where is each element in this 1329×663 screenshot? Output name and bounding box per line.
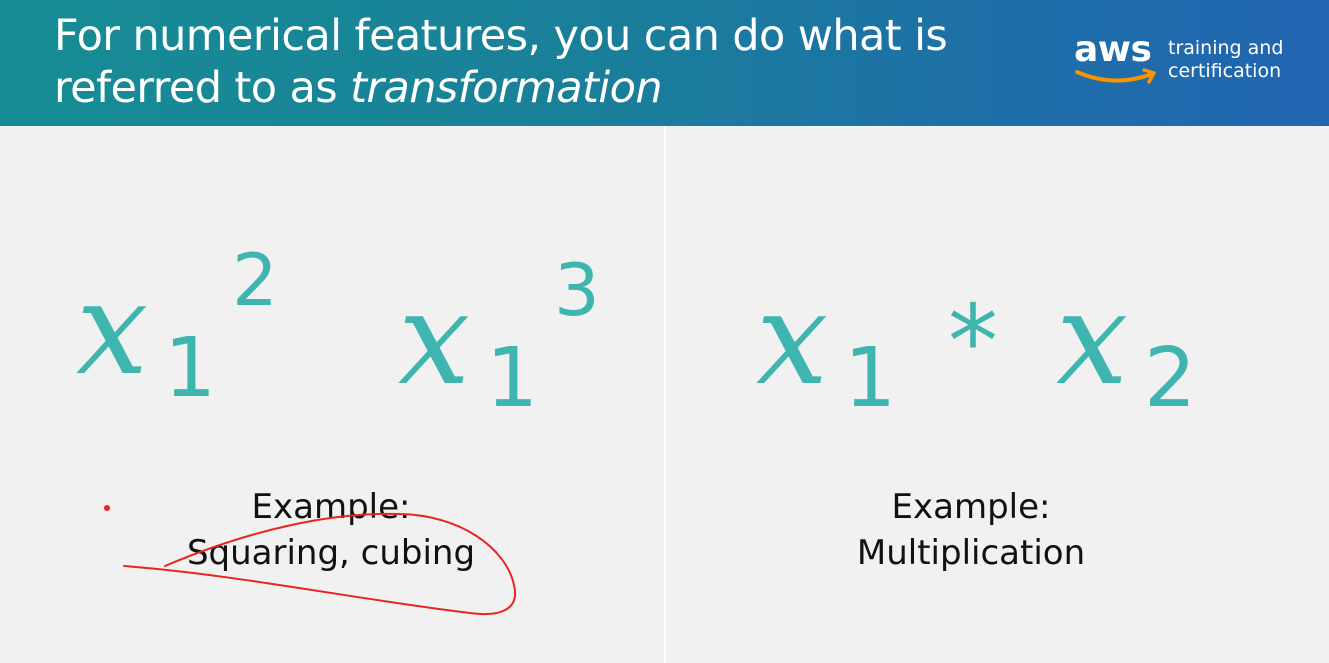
slide-header: For numerical features, you can do what …: [0, 0, 1329, 126]
expression-x1-times-x2: x 1 * x 2: [756, 276, 1216, 436]
variable-x: x: [398, 265, 471, 414]
aws-wordmark: aws: [1074, 29, 1152, 70]
left-caption-value: Squaring, cubing: [186, 533, 476, 573]
superscript-2: 2: [232, 238, 278, 322]
right-caption: Example: Multiplication: [771, 484, 1171, 576]
left-caption: Example: Squaring, cubing: [131, 484, 531, 576]
subscript-1: 1: [844, 331, 897, 426]
subscript-1: 1: [164, 321, 217, 416]
expression-x1-squared: x 1 2: [76, 244, 306, 426]
right-caption-value: Multiplication: [856, 533, 1086, 573]
left-caption-label: Example:: [251, 487, 411, 527]
variable-x2: x: [1056, 265, 1129, 414]
multiply-operator: *: [948, 283, 998, 400]
aws-tagline: training and certification: [1168, 37, 1283, 83]
variable-x: x: [76, 255, 149, 404]
tagline-line-2: certification: [1168, 60, 1282, 82]
subscript-2: 2: [1144, 331, 1197, 426]
slide-title: For numerical features, you can do what …: [54, 10, 1054, 114]
title-line-2-text: referred to as: [54, 63, 351, 113]
subscript-1: 1: [486, 331, 539, 426]
tagline-line-1: training and: [1168, 37, 1284, 59]
right-caption-label: Example:: [891, 487, 1051, 527]
slide: For numerical features, you can do what …: [0, 0, 1329, 663]
aws-smile-icon: [1075, 68, 1156, 84]
title-line-1: For numerical features, you can do what …: [54, 11, 948, 61]
aws-logo: aws training and certification: [1072, 30, 1302, 100]
variable-x1: x: [756, 265, 829, 414]
annotation-dot: [104, 505, 110, 511]
superscript-3: 3: [554, 248, 600, 332]
expression-x1-cubed: x 1 3: [398, 254, 628, 436]
title-emphasis: transformation: [350, 63, 662, 113]
panel-divider: [664, 126, 666, 663]
title-line-2: referred to as transformation: [54, 62, 1054, 114]
